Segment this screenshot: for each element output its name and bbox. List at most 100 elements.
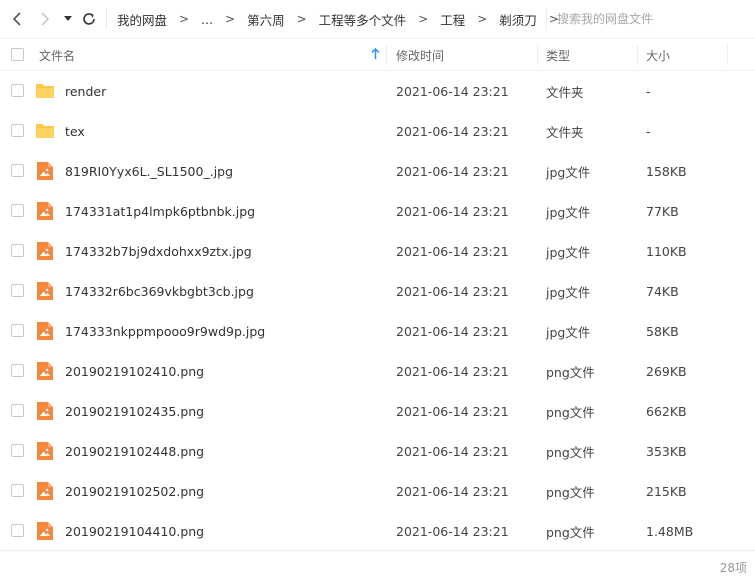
file-type: jpg文件 (546, 164, 591, 180)
file-mtime: 2021-06-14 23:21 (396, 483, 509, 499)
file-type: png文件 (546, 404, 595, 420)
list-header: 文件名 修改时间 类型 大小 (0, 38, 755, 71)
table-row[interactable]: 20190219102448.png 2021-06-14 23:21 png文件 3… (0, 431, 755, 471)
file-mtime: 2021-06-14 23:21 (396, 323, 509, 339)
breadcrumb-separator: > (477, 12, 488, 26)
file-type: jpg文件 (546, 204, 591, 220)
breadcrumb-item-week6[interactable]: 第六周 (245, 10, 287, 29)
file-name[interactable]: 174332b7bj9dxdohxx9ztx.jpg (65, 231, 252, 271)
file-type: png文件 (546, 524, 595, 540)
row-checkbox[interactable] (11, 404, 24, 417)
file-type: png文件 (546, 444, 595, 460)
file-name[interactable]: 20190219102448.png (65, 431, 204, 471)
breadcrumb-item-ellipsis[interactable]: ... (199, 12, 215, 27)
file-mtime: 2021-06-14 23:21 (396, 83, 509, 99)
file-name[interactable]: 174332r6bc369vkbgbt3cb.jpg (65, 271, 254, 311)
file-mtime: 2021-06-14 23:21 (396, 403, 509, 419)
breadcrumb-separator: > (296, 12, 307, 26)
file-type: jpg文件 (546, 244, 591, 260)
breadcrumb-item-root[interactable]: 我的网盘 (115, 10, 169, 29)
table-row[interactable]: 20190219104410.png 2021-06-14 23:21 png文件 1… (0, 511, 755, 551)
scrollbar[interactable] (727, 71, 755, 550)
image-file-icon (35, 361, 55, 381)
breadcrumb: 我的网盘 > ... > 第六周 > 工程等多个文件 > 工程 > 剃须刀 > (115, 10, 569, 29)
file-name[interactable]: 174333nkppmpooo9r9wd9p.jpg (65, 311, 265, 351)
table-row[interactable]: render 2021-06-14 23:21 文件夹 - (0, 71, 755, 111)
row-checkbox[interactable] (11, 324, 24, 337)
breadcrumb-separator: > (225, 12, 236, 26)
row-checkbox[interactable] (11, 364, 24, 377)
header-size[interactable]: 大小 (646, 39, 726, 71)
file-name[interactable]: 20190219102435.png (65, 391, 204, 431)
row-checkbox[interactable] (11, 244, 24, 257)
file-size: 158KB (646, 163, 687, 179)
refresh-icon (83, 13, 95, 25)
header-name[interactable]: 文件名 (39, 39, 384, 71)
file-size: 353KB (646, 443, 687, 459)
breadcrumb-separator: > (179, 12, 190, 26)
file-size: 215KB (646, 483, 687, 499)
row-checkbox[interactable] (11, 124, 24, 137)
table-row[interactable]: 20190219102410.png 2021-06-14 23:21 png文件 2… (0, 351, 755, 391)
file-type: 文件夹 (546, 124, 584, 140)
file-name[interactable]: 20190219104410.png (65, 511, 204, 551)
history-dropdown-button[interactable] (60, 0, 76, 38)
table-row[interactable]: 174333nkppmpooo9r9wd9p.jpg 2021-06-14 23:… (0, 311, 755, 351)
breadcrumb-item-multi-files[interactable]: 工程等多个文件 (317, 10, 409, 29)
file-mtime: 2021-06-14 23:21 (396, 243, 509, 259)
row-checkbox[interactable] (11, 204, 24, 217)
table-row[interactable]: 174331at1p4lmpk6ptbnbk.jpg 2021-06-14 23:… (0, 191, 755, 231)
row-checkbox[interactable] (11, 84, 24, 97)
back-button[interactable] (6, 0, 28, 38)
column-divider[interactable] (727, 45, 728, 65)
breadcrumb-item-razor[interactable]: 剃须刀 (497, 10, 539, 29)
table-row[interactable]: 20190219102435.png 2021-06-14 23:21 png文件 6… (0, 391, 755, 431)
image-file-icon (35, 441, 55, 461)
row-checkbox[interactable] (11, 484, 24, 497)
file-size: 110KB (646, 243, 687, 259)
column-divider[interactable] (386, 45, 387, 65)
row-checkbox[interactable] (11, 524, 24, 537)
header-mtime[interactable]: 修改时间 (396, 39, 536, 71)
forward-button[interactable] (34, 0, 56, 38)
file-size: 74KB (646, 283, 679, 299)
file-mtime: 2021-06-14 23:21 (396, 163, 509, 179)
search-box (546, 8, 746, 30)
item-count: 28项 (719, 561, 747, 575)
file-name[interactable]: tex (65, 111, 85, 151)
table-row[interactable]: tex 2021-06-14 23:21 文件夹 - (0, 111, 755, 151)
image-file-icon (35, 321, 55, 341)
caret-down-icon (64, 16, 72, 21)
file-mtime: 2021-06-14 23:21 (396, 443, 509, 459)
status-bar: 28项 (0, 550, 755, 580)
breadcrumb-item-project[interactable]: 工程 (438, 10, 467, 29)
header-name-label: 文件名 (39, 48, 76, 63)
search-input[interactable] (557, 12, 746, 26)
table-row[interactable]: 174332r6bc369vkbgbt3cb.jpg 2021-06-14 23:… (0, 271, 755, 311)
file-name[interactable]: render (65, 71, 106, 111)
chevron-left-icon (12, 12, 21, 26)
file-name[interactable]: 20190219102502.png (65, 471, 204, 511)
file-name[interactable]: 174331at1p4lmpk6ptbnbk.jpg (65, 191, 255, 231)
file-name[interactable]: 20190219102410.png (65, 351, 204, 391)
header-type[interactable]: 类型 (546, 39, 636, 71)
row-checkbox[interactable] (11, 444, 24, 457)
table-row[interactable]: 819RI0Yyx6L._SL1500_.jpg 2021-06-14 23:21… (0, 151, 755, 191)
row-checkbox[interactable] (11, 284, 24, 297)
file-name[interactable]: 819RI0Yyx6L._SL1500_.jpg (65, 151, 233, 191)
header-size-label: 大小 (646, 48, 671, 63)
file-mtime: 2021-06-14 23:21 (396, 363, 509, 379)
image-file-icon (35, 201, 55, 221)
table-row[interactable]: 20190219102502.png 2021-06-14 23:21 png文件 2… (0, 471, 755, 511)
file-type: jpg文件 (546, 284, 591, 300)
file-type: 文件夹 (546, 84, 584, 100)
file-size: 77KB (646, 203, 679, 219)
column-divider[interactable] (637, 45, 638, 65)
arrow-up-icon (371, 47, 380, 64)
table-row[interactable]: 174332b7bj9dxdohxx9ztx.jpg 2021-06-14 23:… (0, 231, 755, 271)
column-divider[interactable] (537, 45, 538, 65)
row-checkbox[interactable] (11, 164, 24, 177)
select-all-checkbox[interactable] (11, 48, 24, 61)
refresh-button[interactable] (78, 0, 100, 38)
chevron-right-icon (41, 12, 50, 26)
